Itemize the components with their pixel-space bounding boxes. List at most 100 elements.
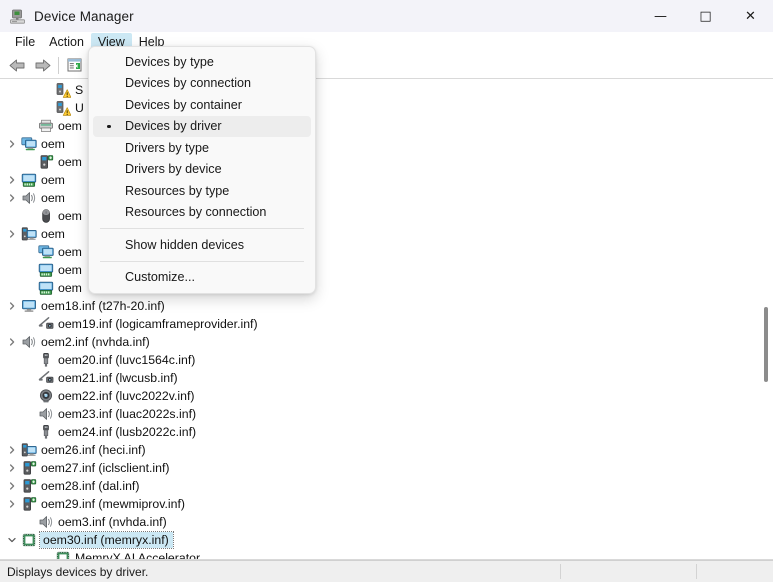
network-icon <box>37 262 54 278</box>
chevron-right-icon[interactable] <box>4 334 20 350</box>
tree-spacer <box>38 82 54 98</box>
menu-separator <box>100 228 304 229</box>
menu-separator <box>100 261 304 262</box>
tree-row[interactable]: oem26.inf (heci.inf) <box>0 441 773 459</box>
chevron-right-icon[interactable] <box>4 226 20 242</box>
scrollbar-thumb[interactable] <box>764 307 768 382</box>
tree-row-label: oem20.inf (luvc1564c.inf) <box>58 353 201 367</box>
menu-item-devices-by-connection[interactable]: Devices by connection <box>93 73 311 95</box>
tree-row-label: oem18.inf (t27h-20.inf) <box>41 299 171 313</box>
status-divider-1 <box>560 564 561 579</box>
printer-icon <box>37 118 54 134</box>
tree-row-label: oem <box>58 263 88 277</box>
device-manager-window: Device Manager — □ ✕ File Action View He… <box>0 0 773 582</box>
device-manager-icon <box>9 8 26 25</box>
back-icon[interactable] <box>5 54 30 77</box>
tree-spacer <box>21 154 37 170</box>
view-dropdown-menu[interactable]: Devices by type Devices by connection Devi… <box>88 46 316 294</box>
menu-item-show-hidden-devices[interactable]: Show hidden devices <box>93 234 311 256</box>
chevron-right-icon[interactable] <box>4 172 20 188</box>
computer-icon <box>20 226 37 242</box>
tree-row[interactable]: oem28.inf (dal.inf) <box>0 477 773 495</box>
minimize-button[interactable]: — <box>638 0 683 32</box>
tree-row-label: oem26.inf (heci.inf) <box>41 443 152 457</box>
tree-row-label: oem19.inf (logicamframeprovider.inf) <box>58 317 264 331</box>
tree-row[interactable]: oem20.inf (luvc1564c.inf) <box>0 351 773 369</box>
menu-item-label: Customize... <box>125 270 195 284</box>
tree-spacer <box>21 370 37 386</box>
tree-row-label: oem21.inf (lwcusb.inf) <box>58 371 184 385</box>
system-device-icon <box>37 154 54 170</box>
tree-spacer <box>38 100 54 116</box>
tree-row-label: oem <box>58 119 88 133</box>
tree-row-label: oem <box>41 137 71 151</box>
tree-row[interactable]: oem23.inf (luac2022s.inf) <box>0 405 773 423</box>
chevron-right-icon[interactable] <box>4 442 20 458</box>
tree-spacer <box>21 208 37 224</box>
menu-item-drivers-by-type[interactable]: Drivers by type <box>93 137 311 159</box>
menu-item-resources-by-type[interactable]: Resources by type <box>93 180 311 202</box>
menu-item-label: Resources by connection <box>125 205 266 219</box>
speaker-icon <box>20 334 37 350</box>
chip-icon <box>54 550 71 560</box>
tree-row[interactable]: MemryX AI Accelerator <box>0 549 773 560</box>
chevron-down-icon[interactable] <box>4 532 20 548</box>
maximize-button[interactable]: □ <box>683 0 728 32</box>
menu-item-label: Devices by connection <box>125 76 251 90</box>
tree-spacer <box>21 388 37 404</box>
tree-row[interactable]: oem24.inf (lusb2022c.inf) <box>0 423 773 441</box>
close-button[interactable]: ✕ <box>728 0 773 32</box>
tree-row[interactable]: oem3.inf (nvhda.inf) <box>0 513 773 531</box>
system-device-icon <box>20 460 37 476</box>
chevron-right-icon[interactable] <box>4 190 20 206</box>
menu-item-label: Show hidden devices <box>125 238 244 252</box>
menu-item-devices-by-driver[interactable]: Devices by driver <box>93 116 311 138</box>
menu-item-customize[interactable]: Customize... <box>93 267 311 289</box>
chevron-right-icon[interactable] <box>4 136 20 152</box>
network-icon <box>20 172 37 188</box>
speaker-icon <box>37 406 54 422</box>
forward-icon[interactable] <box>30 54 55 77</box>
chevron-right-icon[interactable] <box>4 298 20 314</box>
tree-spacer <box>21 406 37 422</box>
tree-row[interactable]: oem2.inf (nvhda.inf) <box>0 333 773 351</box>
tree-row[interactable]: oem22.inf (luvc2022v.inf) <box>0 387 773 405</box>
device-warning-icon <box>54 82 71 98</box>
tree-row-label: oem3.inf (nvhda.inf) <box>58 515 173 529</box>
tree-row[interactable]: oem29.inf (mewmiprov.inf) <box>0 495 773 513</box>
vertical-scrollbar[interactable] <box>758 79 773 559</box>
usb-icon <box>37 352 54 368</box>
tree-row-label: oem <box>41 227 71 241</box>
menu-item-label: Devices by driver <box>125 119 222 133</box>
menu-item-label: Resources by type <box>125 184 229 198</box>
speaker-icon <box>20 190 37 206</box>
properties-icon[interactable] <box>62 54 87 77</box>
chevron-right-icon[interactable] <box>4 460 20 476</box>
chevron-right-icon[interactable] <box>4 478 20 494</box>
status-divider-2 <box>696 564 697 579</box>
usb-icon <box>37 424 54 440</box>
chip-icon <box>20 532 37 548</box>
menu-item-devices-by-type[interactable]: Devices by type <box>93 51 311 73</box>
menu-item-devices-by-container[interactable]: Devices by container <box>93 94 311 116</box>
title-bar-left: Device Manager <box>0 8 134 25</box>
speaker-icon <box>37 514 54 530</box>
chevron-right-icon[interactable] <box>4 496 20 512</box>
status-text: Displays devices by driver. <box>0 565 148 579</box>
menu-item-drivers-by-device[interactable]: Drivers by device <box>93 159 311 181</box>
menu-item-resources-by-connection[interactable]: Resources by connection <box>93 202 311 224</box>
tree-row-label: oem <box>41 173 71 187</box>
menu-action[interactable]: Action <box>42 33 91 52</box>
tree-row[interactable]: oem27.inf (iclsclient.inf) <box>0 459 773 477</box>
menu-file[interactable]: File <box>8 33 42 52</box>
tree-row[interactable]: oem19.inf (logicamframeprovider.inf) <box>0 315 773 333</box>
menu-item-label: Devices by type <box>125 55 214 69</box>
tree-row-label: oem24.inf (lusb2022c.inf) <box>58 425 202 439</box>
tree-spacer <box>21 316 37 332</box>
menu-item-label: Devices by container <box>125 98 242 112</box>
tree-row[interactable]: oem21.inf (lwcusb.inf) <box>0 369 773 387</box>
tree-row[interactable]: oem30.inf (memryx.inf) <box>0 531 773 549</box>
tree-row[interactable]: oem18.inf (t27h-20.inf) <box>0 297 773 315</box>
window-title: Device Manager <box>34 9 134 24</box>
device-warning-icon <box>54 100 71 116</box>
